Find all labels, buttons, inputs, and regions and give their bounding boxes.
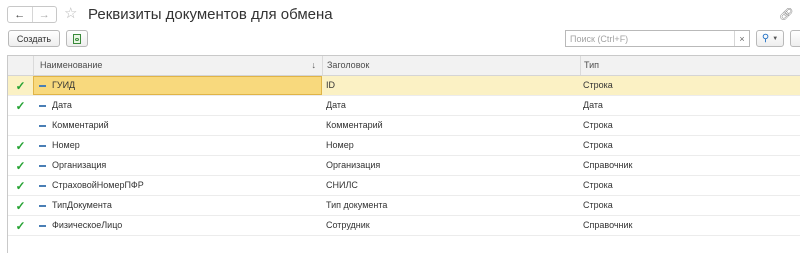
checkmark-icon[interactable]: ✓ <box>8 156 33 175</box>
cell-type[interactable]: Строка <box>583 136 800 155</box>
cell-header[interactable]: СНИЛС <box>326 176 580 195</box>
cell-type[interactable]: Строка <box>583 76 800 95</box>
cell-header[interactable]: ID <box>326 76 580 95</box>
cell-name-text: Дата <box>52 100 72 110</box>
cell-name-text: ГУИД <box>52 80 76 90</box>
attribute-marker-icon <box>39 184 46 187</box>
copy-document-icon <box>73 33 81 44</box>
link-icon[interactable]: 🔗︎ <box>779 7 794 21</box>
cell-name-text: ФизическоеЛицо <box>52 220 123 230</box>
cell-type[interactable]: Справочник <box>583 156 800 175</box>
cell-name[interactable]: Организация <box>33 156 322 175</box>
cell-name[interactable]: Дата <box>33 96 322 115</box>
attribute-marker-icon <box>39 144 46 147</box>
title-bar: ← → ☆ Реквизиты документов для обмена 🔗︎ <box>0 0 800 30</box>
table-header: Наименование ↓ Заголовок Тип <box>8 56 800 76</box>
checkmark-icon[interactable]: ✓ <box>8 196 33 215</box>
column-header-title[interactable]: Заголовок <box>322 56 580 75</box>
chevron-down-icon: ▼ <box>772 35 779 42</box>
checkmark-icon[interactable]: ✓ <box>8 136 33 155</box>
cell-type[interactable]: Строка <box>583 196 800 215</box>
cell-name[interactable]: Номер <box>33 136 322 155</box>
cell-name-text: Организация <box>52 160 107 170</box>
favorite-star-icon[interactable]: ☆ <box>64 5 77 23</box>
cell-name-text: ТипДокумента <box>52 200 112 210</box>
table-row[interactable]: ✓ ТипДокумента Тип документа Строка <box>8 196 800 216</box>
sort-arrow-icon: ↓ <box>311 60 317 70</box>
attribute-marker-icon <box>39 164 46 167</box>
attribute-marker-icon <box>39 84 46 87</box>
checkmark-icon[interactable]: ✓ <box>8 96 33 115</box>
cell-type[interactable]: Строка <box>583 176 800 195</box>
cell-name[interactable]: СтраховойНомерПФР <box>33 176 322 195</box>
cell-type[interactable]: Справочник <box>583 216 800 235</box>
cell-header[interactable]: Тип документа <box>326 196 580 215</box>
table-row[interactable]: ✓ ФизическоеЛицо Сотрудник Справочник <box>8 216 800 236</box>
more-button[interactable] <box>790 30 800 47</box>
cell-header[interactable]: Комментарий <box>326 116 580 135</box>
cell-type[interactable]: Строка <box>583 116 800 135</box>
cell-name-text: Комментарий <box>52 120 109 130</box>
checkmark-icon[interactable]: ✓ <box>8 76 33 95</box>
attribute-marker-icon <box>39 204 46 207</box>
table-row[interactable]: ✓ ГУИД ID Строка <box>8 76 800 96</box>
search-box: × <box>565 30 750 47</box>
cell-header[interactable]: Организация <box>326 156 580 175</box>
attributes-table: Наименование ↓ Заголовок Тип ✓ ГУИД ID Стро… <box>7 55 800 253</box>
checkmark-icon[interactable]: ✓ <box>8 176 33 195</box>
column-header-type[interactable]: Тип <box>580 56 800 75</box>
search-input[interactable] <box>566 31 730 46</box>
table-row[interactable]: ✓ Дата Дата Дата <box>8 96 800 116</box>
column-header-label: Наименование <box>40 60 103 70</box>
cell-name-text: Номер <box>52 140 80 150</box>
arrow-right-icon: → <box>38 8 50 21</box>
column-header-name[interactable]: Наименование ↓ <box>33 56 322 75</box>
cell-name-text: СтраховойНомерПФР <box>52 180 144 190</box>
forward-button[interactable]: → <box>31 7 57 22</box>
arrow-left-icon: ← <box>14 8 26 21</box>
find-button[interactable]: ⚲ ▼ <box>756 30 784 47</box>
cell-name[interactable]: ГУИД <box>33 76 322 95</box>
cell-type[interactable]: Дата <box>583 96 800 115</box>
cell-header[interactable]: Номер <box>326 136 580 155</box>
checkbox-empty[interactable] <box>8 116 33 135</box>
copy-button[interactable] <box>66 30 88 47</box>
table-row[interactable]: ✓ СтраховойНомерПФР СНИЛС Строка <box>8 176 800 196</box>
cell-name[interactable]: Комментарий <box>33 116 322 135</box>
page-title: Реквизиты документов для обмена <box>88 6 333 23</box>
cell-name[interactable]: ФизическоеЛицо <box>33 216 322 235</box>
table-row[interactable]: Комментарий Комментарий Строка <box>8 116 800 136</box>
back-button[interactable]: ← <box>8 7 32 22</box>
navigation-buttons: ← → <box>7 6 57 23</box>
table-row[interactable]: ✓ Номер Номер Строка <box>8 136 800 156</box>
attribute-marker-icon <box>39 104 46 107</box>
search-icon: ⚲ <box>761 33 770 44</box>
cell-header[interactable]: Дата <box>326 96 580 115</box>
checkmark-icon[interactable]: ✓ <box>8 216 33 235</box>
clear-search-button[interactable]: × <box>734 31 749 46</box>
cell-name[interactable]: ТипДокумента <box>33 196 322 215</box>
table-row[interactable]: ✓ Организация Организация Справочник <box>8 156 800 176</box>
create-button[interactable]: Создать <box>8 30 60 47</box>
attribute-marker-icon <box>39 124 46 127</box>
attribute-marker-icon <box>39 224 46 227</box>
cell-header[interactable]: Сотрудник <box>326 216 580 235</box>
